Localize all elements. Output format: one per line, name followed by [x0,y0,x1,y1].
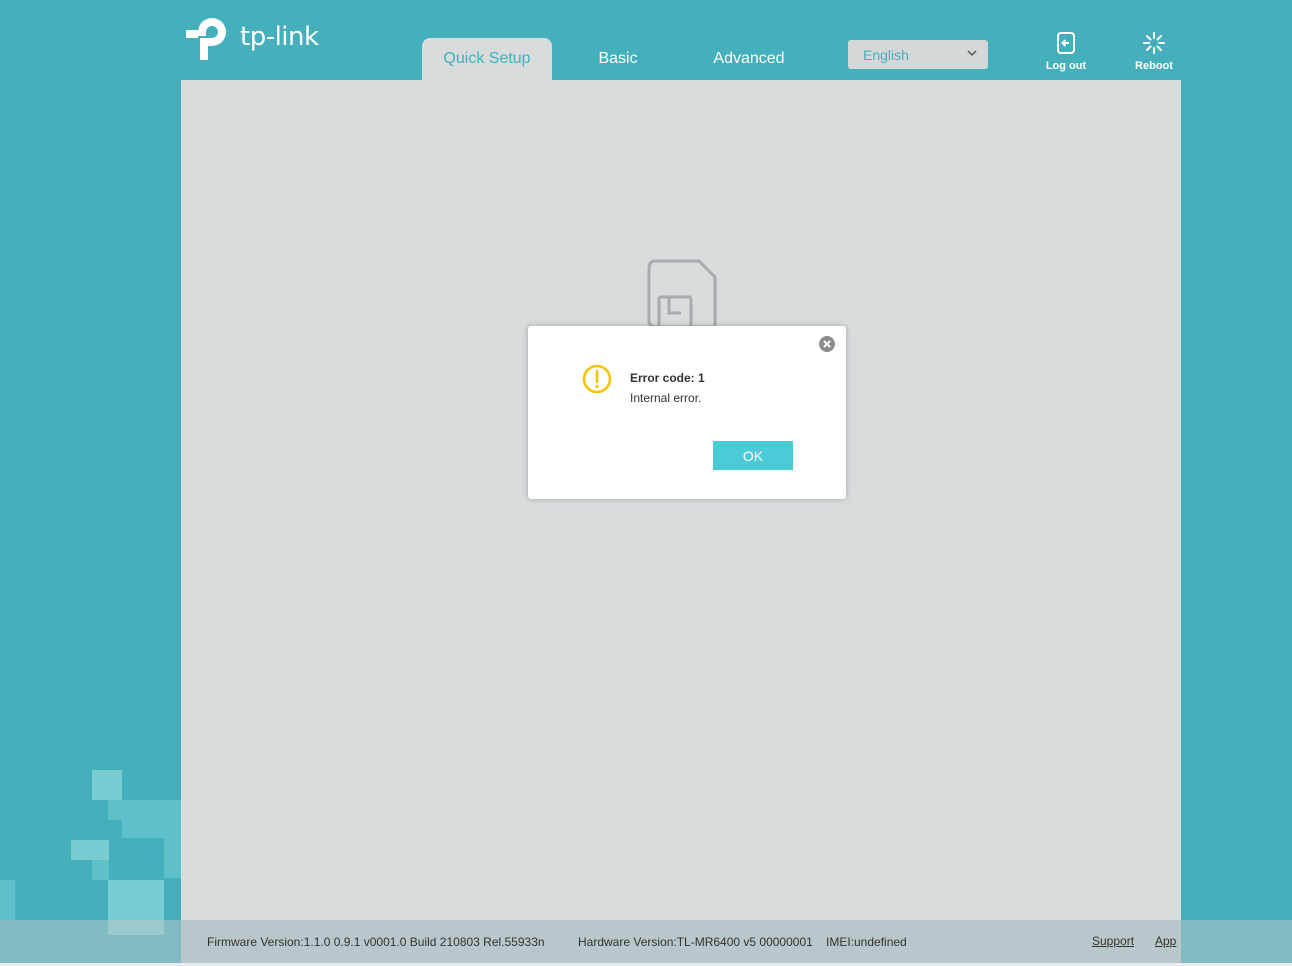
warning-icon [582,364,612,394]
language-select[interactable]: English [848,40,988,69]
error-title: Error code: 1 [630,371,705,385]
main-nav-tabs: Quick Setup Basic Advanced [422,38,814,80]
app-link[interactable]: App [1155,934,1176,948]
tab-quick-setup[interactable]: Quick Setup [422,38,552,80]
ok-button[interactable]: OK [713,441,793,470]
error-message: Internal error. [630,391,702,405]
reboot-button[interactable]: Reboot [1124,31,1184,72]
error-dialog: Error code: 1 Internal error. OK [528,326,846,499]
hardware-version: Hardware Version:TL-MR6400 v5 00000001 [578,935,813,949]
logo-text: tp-link [240,22,319,52]
firmware-version: Firmware Version:1.1.0 0.9.1 v0001.0 Bui… [207,935,545,949]
tp-link-logo: tp-link [186,12,319,62]
support-link[interactable]: Support [1092,934,1134,948]
reboot-label: Reboot [1135,60,1173,72]
logout-label: Log out [1045,60,1087,72]
chevron-down-icon [967,50,977,57]
tp-link-logo-icon [186,18,226,60]
logout-button[interactable]: Log out [1036,31,1096,72]
main-content-panel [181,80,1181,920]
sim-card-icon [647,259,717,329]
language-value: English [863,47,909,63]
imei: IMEI:undefined [826,935,907,949]
close-icon[interactable] [819,336,835,352]
tab-basic[interactable]: Basic [552,38,684,80]
tab-advanced[interactable]: Advanced [684,38,814,80]
reboot-icon [1143,32,1165,54]
logout-icon [1057,32,1075,54]
